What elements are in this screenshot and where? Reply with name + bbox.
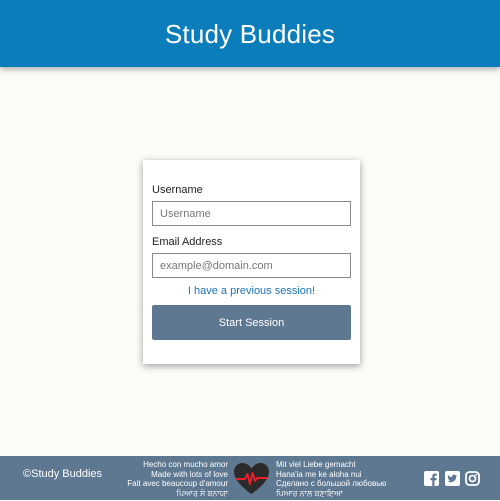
footer: ©Study Buddies Hecho con mucho amor Made… (0, 456, 500, 500)
love-message: Fait avec beaucoup d'amour (127, 479, 228, 488)
copyright-text: ©Study Buddies (23, 468, 103, 480)
love-message: Сделано с большой любовью (276, 479, 387, 488)
username-input[interactable] (152, 201, 351, 226)
facebook-icon[interactable] (424, 471, 439, 486)
love-message: Made with lots of love (151, 469, 228, 479)
app-header: Study Buddies (0, 0, 500, 67)
email-label: Email Address (152, 236, 223, 248)
previous-session-link[interactable]: I have a previous session! (143, 285, 360, 297)
love-message: Mit viel Liebe gemacht (276, 460, 356, 469)
love-messages-right: Mit viel Liebe gemacht Hana'ia me ke alo… (276, 460, 386, 498)
instagram-icon[interactable] (465, 471, 480, 486)
start-session-button[interactable]: Start Session (152, 305, 351, 340)
love-message: Hana'ia me ke aloha nui (276, 469, 362, 479)
love-message: ਪਿਆਰ ਨਾਲ ਬਣਾਇਆ (276, 488, 343, 498)
login-card: Username Email Address I have a previous… (143, 160, 360, 364)
love-message: ਪਿਆਰ ਸੇ ਬਨਾਯਾ (176, 488, 228, 498)
email-input[interactable] (152, 253, 351, 278)
app-title: Study Buddies (164, 19, 336, 49)
username-label: Username (152, 184, 203, 196)
heart-pulse-icon (233, 462, 270, 496)
love-message: Hecho con mucho amor (143, 460, 228, 469)
love-messages-left: Hecho con mucho amor Made with lots of l… (127, 460, 228, 498)
twitter-icon[interactable] (445, 471, 460, 486)
